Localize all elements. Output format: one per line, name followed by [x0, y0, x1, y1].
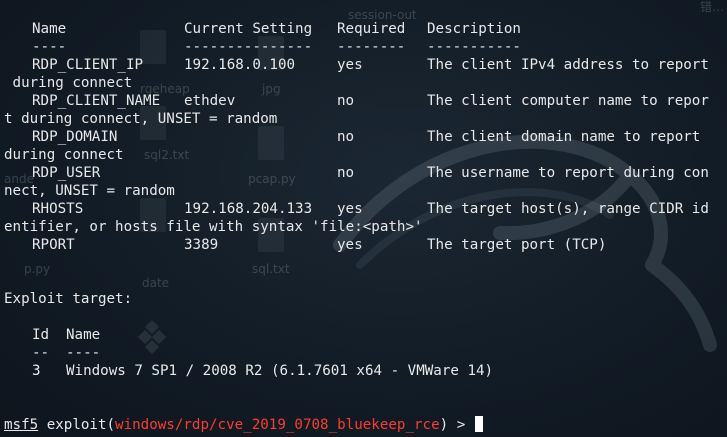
prompt-module: windows/rdp/cve_2019_0708_bluekeep_rce [115, 417, 440, 433]
column-header-required: Required [337, 21, 406, 37]
underline-id: -- [32, 345, 50, 361]
underline-required: -------- [337, 39, 406, 55]
option-name: RDP_DOMAIN [32, 129, 118, 145]
prompt-prefix: msf5 [4, 417, 39, 433]
column-header-id: Id [32, 327, 50, 343]
option-description: The client computer name to repor [427, 93, 709, 109]
options-header-underline: ---- --------------- -------- ----------… [4, 38, 521, 56]
underline-current-setting: --------------- [184, 39, 313, 55]
underline-name: ---- [32, 39, 67, 55]
option-required: no [337, 165, 355, 181]
table-row: RPORT 3389 yes The target port (TCP) [4, 236, 606, 254]
option-name: RDP_USER [32, 165, 101, 181]
option-description: The target port (TCP) [427, 237, 607, 253]
command-prompt[interactable]: msf5 exploit(windows/rdp/cve_2019_0708_b… [4, 416, 483, 434]
exploit-target-heading: Exploit target: [4, 291, 133, 307]
option-description-wrap: during connect [4, 147, 124, 163]
option-name: RDP_CLIENT_NAME [32, 93, 161, 109]
option-current-setting: 192.168.0.100 [184, 57, 296, 73]
option-description: The target host(s), range CIDR id [427, 201, 709, 217]
option-required: yes [337, 201, 363, 217]
underline-target-name: ---- [66, 345, 101, 361]
option-current-setting: 3389 [184, 237, 219, 253]
option-name: RPORT [32, 237, 75, 253]
option-description-wrap: entifier, or hosts file with syntax 'fil… [4, 219, 423, 235]
option-name: RDP_CLIENT_IP [32, 57, 144, 73]
option-name: RHOSTS [32, 201, 84, 217]
option-description-wrap: during connect [4, 75, 133, 91]
table-row: RDP_DOMAIN no The client domain name to … [4, 128, 700, 146]
column-header-name: Name [32, 21, 67, 37]
column-header-description: Description [427, 21, 521, 37]
option-required: yes [337, 57, 363, 73]
option-description: The client IPv4 address to report [427, 57, 709, 73]
terminal-window[interactable]: session-out 错… rgeheap jpg sql2.txt pcap… [0, 0, 727, 437]
target-name: Windows 7 SP1 / 2008 R2 (6.1.7601 x64 - … [66, 363, 494, 379]
table-row: RDP_CLIENT_IP 192.168.0.100 yes The clie… [4, 56, 709, 74]
option-required: no [337, 93, 355, 109]
exploit-target-header-row: Id Name [4, 326, 100, 344]
option-description: The username to report during con [427, 165, 709, 181]
column-header-current-setting: Current Setting [184, 21, 313, 37]
table-row: RHOSTS 192.168.204.133 yes The target ho… [4, 200, 709, 218]
option-description: The client domain name to report [427, 129, 701, 145]
exploit-target-header-underline: -- ---- [4, 344, 100, 362]
text-cursor[interactable] [474, 416, 483, 432]
prompt-suffix: ) > [439, 417, 474, 433]
option-current-setting: 192.168.204.133 [184, 201, 313, 217]
terminal-output: Name Current Setting Required Descriptio… [0, 0, 727, 437]
prompt-command: exploit( [38, 417, 116, 433]
option-required: yes [337, 237, 363, 253]
table-row: RDP_CLIENT_NAME ethdev no The client com… [4, 92, 709, 110]
options-header-row: Name Current Setting Required Descriptio… [4, 20, 521, 38]
column-header-target-name: Name [66, 327, 101, 343]
table-row: RDP_USER no The username to report durin… [4, 164, 709, 182]
option-current-setting: ethdev [184, 93, 236, 109]
underline-description: ----------- [427, 39, 521, 55]
option-description-wrap: t during connect, UNSET = random [4, 111, 278, 127]
table-row: 3 Windows 7 SP1 / 2008 R2 (6.1.7601 x64 … [4, 362, 493, 380]
target-id: 3 [32, 363, 41, 379]
option-required: no [337, 129, 355, 145]
option-description-wrap: nect, UNSET = random [4, 183, 175, 199]
